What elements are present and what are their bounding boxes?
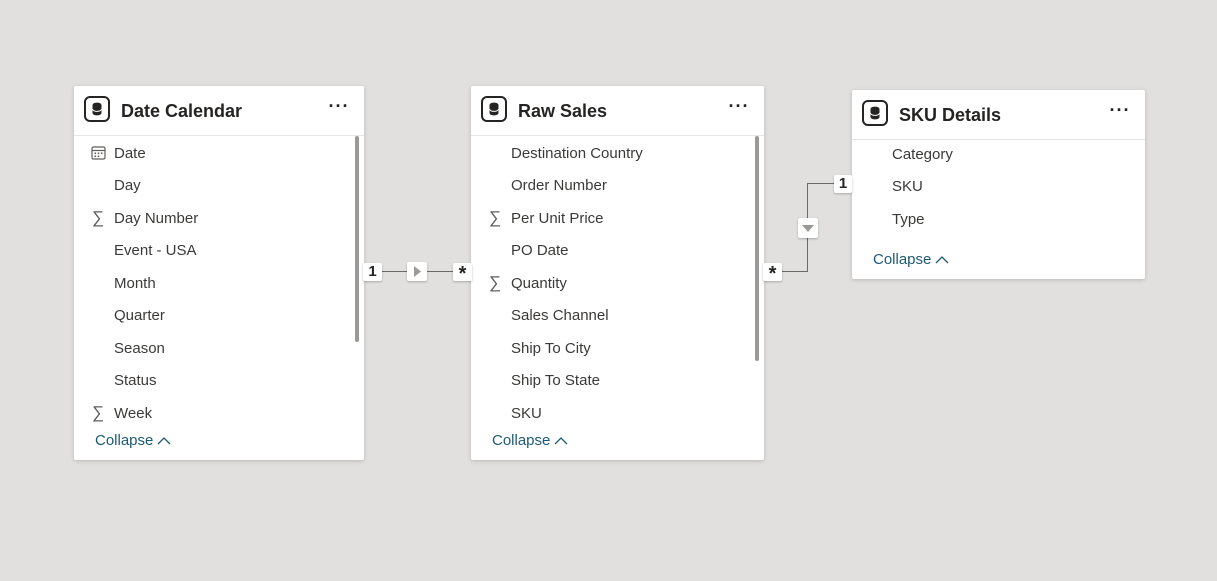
collapse-button[interactable]: Collapse bbox=[492, 432, 568, 449]
field-label: Quantity bbox=[511, 275, 567, 292]
sigma-icon: ∑ bbox=[488, 273, 502, 292]
field-item[interactable]: Category bbox=[852, 138, 1131, 170]
sigma-icon: ∑ bbox=[91, 208, 105, 227]
field-label: Ship To State bbox=[511, 372, 600, 389]
more-options-icon[interactable]: ··· bbox=[328, 97, 350, 119]
field-label: Day Number bbox=[114, 210, 199, 227]
field-item[interactable]: Destination Country bbox=[471, 137, 750, 169]
field-label: Month bbox=[114, 275, 156, 292]
more-options-icon[interactable]: ··· bbox=[728, 97, 750, 119]
field-item[interactable]: ∑ Quantity bbox=[471, 267, 750, 299]
field-item[interactable]: ∑ Day Number bbox=[74, 202, 350, 234]
field-item[interactable]: Type bbox=[852, 203, 1131, 235]
field-item[interactable]: ∑ Per Unit Price bbox=[471, 202, 750, 234]
field-item[interactable]: Sales Channel bbox=[471, 299, 750, 331]
database-icon bbox=[481, 96, 507, 122]
field-label: PO Date bbox=[511, 242, 569, 259]
filter-direction-right-icon[interactable] bbox=[407, 262, 427, 281]
table-header[interactable]: SKU Details ··· bbox=[852, 90, 1145, 140]
field-label: Day bbox=[114, 177, 141, 194]
table-header[interactable]: Raw Sales ··· bbox=[471, 86, 764, 136]
field-item[interactable]: PO Date bbox=[471, 234, 750, 266]
field-item[interactable]: Event - USA bbox=[74, 234, 350, 266]
collapse-button[interactable]: Collapse bbox=[95, 432, 171, 449]
cardinality-many-badge: * bbox=[453, 263, 472, 285]
field-item[interactable]: Ship To City bbox=[471, 332, 750, 364]
collapse-label: Collapse bbox=[95, 432, 154, 449]
field-item[interactable]: Date bbox=[74, 137, 350, 169]
field-label: Week bbox=[114, 405, 153, 422]
collapse-label: Collapse bbox=[873, 251, 932, 268]
cardinality-many-badge: * bbox=[763, 263, 782, 285]
database-icon bbox=[84, 96, 110, 122]
scrollbar[interactable] bbox=[355, 136, 359, 342]
field-item[interactable]: Quarter bbox=[74, 299, 350, 331]
field-item[interactable]: Ship To State bbox=[471, 364, 750, 396]
sigma-icon: ∑ bbox=[488, 208, 502, 227]
table-card-sku-details[interactable]: SKU Details ··· Category SKU Type Collap… bbox=[852, 90, 1145, 279]
field-label: Per Unit Price bbox=[511, 210, 604, 227]
chevron-up-icon bbox=[157, 432, 171, 449]
collapse-button[interactable]: Collapse bbox=[873, 251, 949, 268]
field-label: Order Number bbox=[511, 177, 607, 194]
field-item[interactable]: SKU bbox=[852, 170, 1131, 202]
field-item[interactable]: Season bbox=[74, 332, 350, 364]
table-title: SKU Details bbox=[899, 105, 1002, 125]
field-label: Destination Country bbox=[511, 145, 643, 162]
field-item[interactable]: Order Number bbox=[471, 169, 750, 201]
field-item[interactable]: Month bbox=[74, 267, 350, 299]
field-item[interactable]: SKU bbox=[471, 397, 750, 429]
cardinality-one-badge: 1 bbox=[834, 175, 852, 193]
field-item[interactable]: Day bbox=[74, 169, 350, 201]
field-label: SKU bbox=[892, 178, 923, 195]
filter-direction-down-icon[interactable] bbox=[798, 218, 818, 238]
more-options-icon[interactable]: ··· bbox=[1109, 101, 1131, 123]
field-label: Quarter bbox=[114, 307, 165, 324]
field-label: Status bbox=[114, 372, 157, 389]
field-label: SKU bbox=[511, 405, 542, 422]
calendar-icon bbox=[90, 145, 106, 161]
table-title: Date Calendar bbox=[121, 101, 243, 121]
table-header[interactable]: Date Calendar ··· bbox=[74, 86, 364, 136]
scrollbar[interactable] bbox=[755, 136, 759, 361]
cardinality-one-badge: 1 bbox=[363, 263, 382, 281]
field-label: Event - USA bbox=[114, 242, 197, 259]
field-item[interactable]: Status bbox=[74, 364, 350, 396]
field-label: Season bbox=[114, 340, 165, 357]
sigma-icon: ∑ bbox=[91, 403, 105, 422]
chevron-up-icon bbox=[554, 432, 568, 449]
chevron-up-icon bbox=[935, 251, 949, 268]
database-icon bbox=[862, 100, 888, 126]
field-label: Type bbox=[892, 211, 925, 228]
field-label: Category bbox=[892, 146, 953, 163]
collapse-label: Collapse bbox=[492, 432, 551, 449]
field-item[interactable]: ∑ Week bbox=[74, 397, 350, 429]
table-title: Raw Sales bbox=[518, 101, 608, 121]
field-label: Sales Channel bbox=[511, 307, 609, 324]
field-label: Date bbox=[114, 145, 146, 162]
table-card-raw-sales[interactable]: Raw Sales ··· Destination Country Order … bbox=[471, 86, 764, 460]
table-card-date-calendar[interactable]: Date Calendar ··· Date Day ∑ Day Number … bbox=[74, 86, 364, 460]
field-label: Ship To City bbox=[511, 340, 591, 357]
